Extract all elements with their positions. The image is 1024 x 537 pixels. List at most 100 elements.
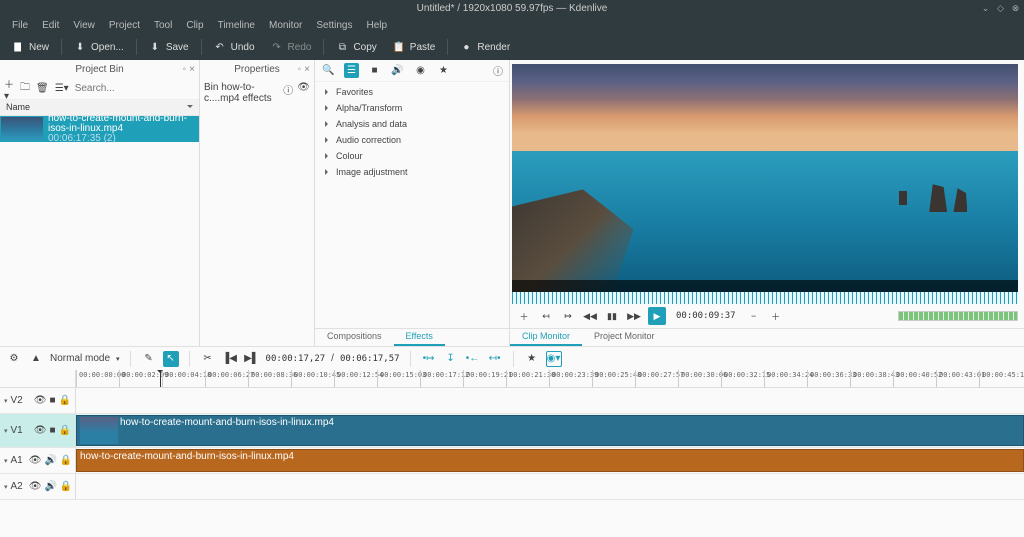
timeline-audio-clip[interactable]: how-to-create-mount-and-burn-isos-in-lin…: [76, 449, 1024, 472]
new-button[interactable]: New: [4, 38, 57, 56]
bin-undock-icon[interactable]: ◦: [183, 64, 187, 75]
lock-icon[interactable]: 🔒: [60, 481, 72, 492]
maximize-icon[interactable]: ◇: [996, 4, 1005, 13]
effect-cat-audio[interactable]: Audio correction: [315, 132, 509, 148]
copy-button[interactable]: ⧉Copy: [328, 38, 384, 56]
folder-icon[interactable]: 🗀: [20, 80, 30, 97]
pause-icon[interactable]: ▮▮: [604, 308, 620, 324]
zone-end-icon[interactable]: ↦: [560, 308, 576, 324]
tab-project-monitor[interactable]: Project Monitor: [582, 328, 667, 346]
favorite-filter-icon[interactable]: ★: [436, 63, 451, 78]
menu-edit[interactable]: Edit: [36, 18, 65, 33]
lock-icon[interactable]: 🔒: [60, 455, 72, 466]
audio-icon[interactable]: 🔊: [44, 481, 56, 492]
render-button[interactable]: ●Render: [452, 38, 518, 56]
props-close-icon[interactable]: ×: [304, 64, 310, 75]
audio-filter-icon[interactable]: 🔊: [390, 63, 405, 78]
tl-timecode-dur: 00:06:17,57: [340, 354, 400, 364]
cut-tool-icon[interactable]: ✂: [200, 351, 216, 367]
effects-info-icon[interactable]: ⓘ: [493, 63, 503, 78]
video-icon[interactable]: ■: [50, 425, 56, 436]
paste-button[interactable]: 📋Paste: [385, 38, 444, 56]
minimize-icon[interactable]: ⌄: [981, 4, 990, 13]
zoom-out-icon[interactable]: −: [746, 308, 762, 324]
bin-column-name[interactable]: Name: [0, 100, 199, 116]
mute-icon[interactable]: 👁: [34, 425, 47, 436]
insert-icon[interactable]: •↦: [421, 351, 437, 367]
pen-icon[interactable]: ✎: [141, 351, 157, 367]
redo-button[interactable]: ↷Redo: [263, 38, 320, 56]
user-icon[interactable]: ▲: [28, 351, 44, 367]
video-filter-icon[interactable]: ■: [367, 63, 382, 78]
mode-label[interactable]: Normal mode: [50, 353, 110, 364]
effects-pane: 🔍 ☰ ■ 🔊 ◉ ★ ⓘ Favorites Alpha/Transform …: [315, 60, 510, 346]
effect-cat-favorites[interactable]: Favorites: [315, 84, 509, 100]
tl-timecode-in[interactable]: 00:00:17,27: [266, 354, 326, 364]
monitor-timecode[interactable]: 00:00:09:37: [676, 311, 736, 321]
search-icon[interactable]: 🔍: [321, 63, 336, 78]
mute-icon[interactable]: 👁: [29, 481, 42, 492]
custom-filter-icon[interactable]: ◉: [413, 63, 428, 78]
tab-compositions[interactable]: Compositions: [315, 328, 394, 346]
menu-clip[interactable]: Clip: [180, 18, 209, 33]
options-icon[interactable]: ☰▾: [55, 83, 69, 94]
video-icon[interactable]: ■: [50, 395, 56, 406]
mute-icon[interactable]: 👁: [29, 455, 42, 466]
menu-monitor[interactable]: Monitor: [263, 18, 308, 33]
timeline-ruler[interactable]: 00:00:00:0000:00:02:0900:00:04:1800:00:0…: [76, 370, 1024, 387]
tab-clip-monitor[interactable]: Clip Monitor: [510, 328, 582, 346]
close-icon[interactable]: ⊗: [1011, 4, 1020, 13]
effect-cat-alpha[interactable]: Alpha/Transform: [315, 100, 509, 116]
monitor-viewport[interactable]: [512, 64, 1018, 292]
menu-project[interactable]: Project: [103, 18, 146, 33]
lock-icon[interactable]: 🔒: [59, 395, 71, 406]
zoom-in-icon[interactable]: ＋: [768, 308, 784, 324]
preview-render-icon[interactable]: ◉▾: [546, 351, 562, 367]
overwrite-icon[interactable]: ↧: [443, 351, 459, 367]
info-icon[interactable]: ⓘ: [283, 82, 293, 97]
menu-tool[interactable]: Tool: [148, 18, 178, 33]
bin-clip-item[interactable]: how-to-create-mount-and-burn-isos-in-lin…: [0, 116, 199, 142]
select-tool-icon[interactable]: ↖: [163, 351, 179, 367]
audio-icon[interactable]: 🔊: [44, 455, 56, 466]
skip-start-icon[interactable]: ▐◀: [222, 351, 238, 367]
rewind-icon[interactable]: ◀◀: [582, 308, 598, 324]
play-button[interactable]: ▶: [648, 307, 666, 325]
bin-search-input[interactable]: [75, 83, 207, 94]
effect-cat-colour[interactable]: Colour: [315, 148, 509, 164]
forward-icon[interactable]: ▶▶: [626, 308, 642, 324]
tab-effects[interactable]: Effects: [394, 328, 445, 346]
settings-icon[interactable]: ⚙: [6, 351, 22, 367]
delete-icon[interactable]: 🗑: [36, 83, 49, 94]
timeline-video-clip[interactable]: how-to-create-mount-and-burn-isos-in-lin…: [76, 415, 1024, 446]
window-title: Untitled* / 1920x1080 59.97fps — Kdenliv…: [417, 3, 608, 14]
favorite-icon[interactable]: ★: [524, 351, 540, 367]
bin-close-icon[interactable]: ×: [189, 64, 195, 75]
timeline: 00:00:00:0000:00:02:0900:00:04:1800:00:0…: [0, 370, 1024, 537]
list-view-icon[interactable]: ☰: [344, 63, 359, 78]
mute-icon[interactable]: 👁: [34, 395, 47, 406]
menu-help[interactable]: Help: [361, 18, 394, 33]
effect-cat-image[interactable]: Image adjustment: [315, 164, 509, 180]
extract-icon[interactable]: •←: [465, 351, 481, 367]
zone-start-icon[interactable]: ↤: [538, 308, 554, 324]
effect-cat-analysis[interactable]: Analysis and data: [315, 116, 509, 132]
props-undock-icon[interactable]: ◦: [298, 64, 302, 75]
monitor-controls: ＋ ↤ ↦ ◀◀ ▮▮ ▶▶ ▶ 00:00:09:37 − ＋: [510, 304, 1024, 328]
save-button[interactable]: ⬇Save: [141, 38, 197, 56]
open-button[interactable]: ⬇Open...: [66, 38, 132, 56]
menu-view[interactable]: View: [67, 18, 101, 33]
lock-icon[interactable]: 🔒: [59, 425, 71, 436]
monitor-ruler[interactable]: [512, 292, 1018, 304]
menu-settings[interactable]: Settings: [310, 18, 358, 33]
effects-toolbar: 🔍 ☰ ■ 🔊 ◉ ★ ⓘ: [315, 60, 509, 82]
eye-icon[interactable]: 👁: [297, 82, 310, 93]
skip-end-icon[interactable]: ▶▌: [244, 351, 260, 367]
add-marker-icon[interactable]: ＋: [516, 308, 532, 324]
add-clip-icon[interactable]: ＋▾: [4, 76, 14, 102]
menu-file[interactable]: File: [6, 18, 34, 33]
undo-button[interactable]: ↶Undo: [206, 38, 263, 56]
playhead[interactable]: [160, 370, 161, 387]
menu-timeline[interactable]: Timeline: [212, 18, 261, 33]
lift-icon[interactable]: ↤•: [487, 351, 503, 367]
